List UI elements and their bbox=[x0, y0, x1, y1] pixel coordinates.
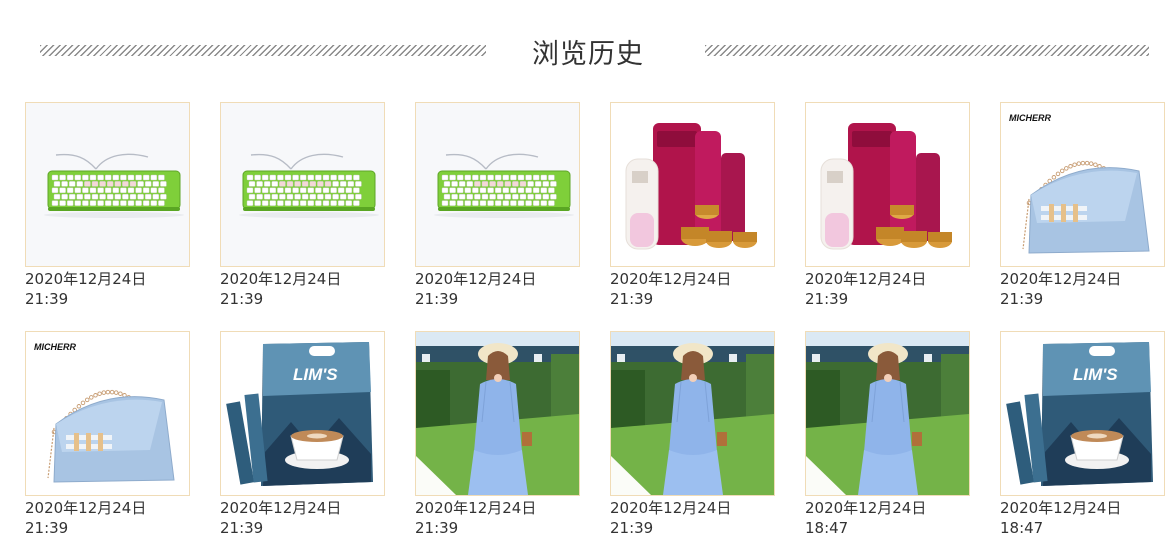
visit-date: 2020年12月24日 bbox=[25, 499, 147, 517]
handbag-image[interactable]: MICHERR bbox=[1000, 102, 1165, 267]
history-item[interactable]: 2020年12月24日 18:47 bbox=[805, 331, 970, 538]
keyboard-image[interactable] bbox=[220, 102, 385, 267]
keyboard-image[interactable] bbox=[25, 102, 190, 267]
visit-date: 2020年12月24日 bbox=[805, 499, 927, 517]
visit-date: 2020年12月24日 bbox=[220, 499, 342, 517]
visit-date: 2020年12月24日 bbox=[415, 499, 537, 517]
visit-date: 2020年12月24日 bbox=[1000, 270, 1122, 288]
visit-date: 2020年12月24日 bbox=[1000, 499, 1122, 517]
history-item[interactable]: 2020年12月24日 21:39 bbox=[805, 102, 970, 309]
history-item[interactable]: 2020年12月24日 21:39 bbox=[25, 102, 190, 309]
visit-time: 21:39 bbox=[610, 290, 654, 308]
visit-time: 21:39 bbox=[220, 290, 264, 308]
brand-logo-text: LIM'S bbox=[293, 365, 338, 384]
visit-time: 21:39 bbox=[415, 519, 459, 537]
decorative-hatch-right bbox=[705, 45, 1149, 56]
dress-model-image[interactable] bbox=[805, 331, 970, 496]
dress-model-image[interactable] bbox=[415, 331, 580, 496]
keyboard-image[interactable] bbox=[415, 102, 580, 267]
visit-time: 21:39 bbox=[415, 290, 459, 308]
visit-date: 2020年12月24日 bbox=[415, 270, 537, 288]
visit-date: 2020年12月24日 bbox=[610, 499, 732, 517]
brand-logo-text: LIM'S bbox=[1073, 365, 1118, 384]
visit-date: 2020年12月24日 bbox=[610, 270, 732, 288]
history-header: 浏览历史 bbox=[0, 22, 1176, 82]
visit-date: 2020年12月24日 bbox=[25, 270, 147, 288]
history-item[interactable]: MICHERR 2020年12月24日 21:39 bbox=[25, 331, 190, 538]
history-item[interactable]: LIM'S 2020年12月24日 18:47 bbox=[1000, 331, 1165, 538]
visit-time: 21:39 bbox=[220, 519, 264, 537]
history-item[interactable]: MICHERR 2020年12月24日 21:39 bbox=[1000, 102, 1165, 309]
coffee-package-image[interactable]: LIM'S bbox=[220, 331, 385, 496]
visit-time: 21:39 bbox=[25, 519, 69, 537]
history-item[interactable]: 2020年12月24日 21:39 bbox=[220, 102, 385, 309]
history-item[interactable]: 2020年12月24日 21:39 bbox=[415, 102, 580, 309]
dress-model-image[interactable] bbox=[610, 331, 775, 496]
visit-date: 2020年12月24日 bbox=[805, 270, 927, 288]
visit-date: 2020年12月24日 bbox=[220, 270, 342, 288]
history-item[interactable]: 2020年12月24日 21:39 bbox=[610, 331, 775, 538]
history-item[interactable]: 2020年12月24日 21:39 bbox=[415, 331, 580, 538]
brand-logo-text: MICHERR bbox=[34, 342, 76, 352]
visit-time: 21:39 bbox=[1000, 290, 1044, 308]
history-item[interactable]: LIM'S 2020年12月24日 21:39 bbox=[220, 331, 385, 538]
history-item[interactable]: 2020年12月24日 21:39 bbox=[610, 102, 775, 309]
cosmetics-set-image[interactable] bbox=[610, 102, 775, 267]
handbag-image[interactable]: MICHERR bbox=[25, 331, 190, 496]
visit-time: 21:39 bbox=[805, 290, 849, 308]
visit-time: 21:39 bbox=[25, 290, 69, 308]
coffee-package-image[interactable]: LIM'S bbox=[1000, 331, 1165, 496]
visit-time: 21:39 bbox=[610, 519, 654, 537]
visit-time: 18:47 bbox=[1000, 519, 1044, 537]
brand-logo-text: MICHERR bbox=[1009, 113, 1051, 123]
visit-time: 18:47 bbox=[805, 519, 849, 537]
cosmetics-set-image[interactable] bbox=[805, 102, 970, 267]
